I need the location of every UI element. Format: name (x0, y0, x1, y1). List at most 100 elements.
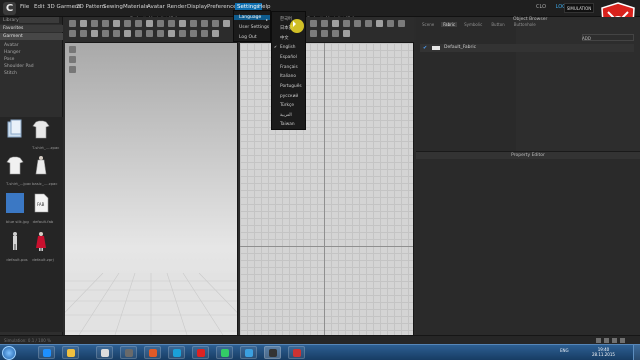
menu-2d-pattern[interactable]: 2D Pattern (76, 4, 105, 10)
library-thumb[interactable]: basic_....zpac (32, 155, 57, 186)
clo-logo-icon[interactable]: C (3, 2, 16, 15)
tool-icon[interactable] (69, 30, 76, 37)
tool-icon[interactable] (332, 20, 339, 27)
tool-icon[interactable] (69, 20, 76, 27)
library-thumb[interactable]: T-shirt_....zpac (32, 119, 59, 150)
tool-icon[interactable] (343, 30, 350, 37)
tool-icon[interactable] (102, 30, 109, 37)
tool-icon[interactable] (310, 20, 317, 27)
menu-item-log-out[interactable]: Log Out (239, 35, 257, 40)
tool-icon[interactable] (190, 20, 197, 27)
tool-icon[interactable] (376, 20, 383, 27)
tool-icon[interactable] (157, 30, 164, 37)
pan-icon[interactable] (69, 56, 76, 63)
zoom-icon[interactable] (69, 66, 76, 73)
tool-icon[interactable] (113, 20, 120, 27)
status-icon[interactable] (612, 338, 617, 343)
library-thumb[interactable]: FAB default.fab (32, 193, 54, 224)
menu-display[interactable]: Display (187, 4, 207, 10)
tool-icon[interactable] (91, 30, 98, 37)
language-option-russian[interactable]: pyccкий (280, 94, 298, 99)
library-item-hanger[interactable]: Hanger (4, 50, 20, 55)
tool-icon[interactable] (201, 20, 208, 27)
language-option-taiwan[interactable]: Taiwan (280, 122, 295, 127)
language-option-turkish[interactable]: Türkçe (280, 103, 294, 108)
tool-icon[interactable] (179, 30, 186, 37)
tool-icon[interactable] (387, 20, 394, 27)
taskbar-app[interactable] (192, 346, 209, 359)
language-option-chinese[interactable]: 中文 (280, 35, 289, 41)
taskbar-app-clo[interactable] (264, 346, 281, 359)
library-thumb[interactable]: default.pos (6, 231, 28, 262)
taskbar-clock[interactable]: 19:40 28.11.2015 (592, 347, 615, 357)
tool-icon[interactable] (80, 30, 87, 37)
tab-button[interactable]: Button (489, 22, 506, 27)
tool-icon[interactable] (157, 20, 164, 27)
tool-icon[interactable] (113, 30, 120, 37)
tool-icon[interactable] (223, 20, 230, 27)
menu-materials[interactable]: Materials (123, 4, 148, 10)
tool-icon[interactable] (124, 20, 131, 27)
tool-icon[interactable] (179, 20, 186, 27)
tool-icon[interactable] (146, 30, 153, 37)
status-icon[interactable] (596, 338, 601, 343)
language-option-portuguese[interactable]: Português (280, 84, 302, 89)
taskbar-app[interactable] (144, 346, 161, 359)
status-icon[interactable] (620, 338, 625, 343)
tool-icon[interactable] (398, 20, 405, 27)
rotate-icon[interactable] (69, 46, 76, 53)
menu-file[interactable]: File (20, 4, 29, 10)
taskbar-app[interactable] (96, 346, 113, 359)
language-option-italian[interactable]: Italiano (280, 74, 296, 79)
start-button-icon[interactable] (2, 346, 16, 360)
menu-avatar[interactable]: Avatar (147, 4, 165, 10)
menu-edit[interactable]: Edit (34, 4, 45, 10)
tool-icon[interactable] (168, 20, 175, 27)
status-icon[interactable] (604, 338, 609, 343)
tool-icon[interactable] (201, 30, 208, 37)
library-thumb[interactable]: blue silk.jpg (6, 193, 29, 224)
library-item-stitch[interactable]: Stitch (4, 71, 17, 76)
language-option-english[interactable]: English (274, 45, 295, 50)
tool-icon[interactable] (135, 30, 142, 37)
tool-icon[interactable] (332, 30, 339, 37)
tool-icon[interactable] (212, 30, 219, 37)
language-option-korean[interactable]: 한국어 (280, 16, 292, 22)
tool-icon[interactable] (91, 20, 98, 27)
menu-sewing[interactable]: Sewing (103, 4, 123, 10)
taskbar-app[interactable] (168, 346, 185, 359)
tool-icon[interactable] (190, 30, 197, 37)
library-search-input[interactable] (19, 17, 59, 23)
garment-section[interactable]: Garment (0, 33, 63, 40)
tool-icon[interactable] (354, 20, 361, 27)
show-desktop-button[interactable] (633, 345, 640, 360)
taskbar-app[interactable] (216, 346, 233, 359)
viewport-3d[interactable] (65, 43, 238, 335)
language-option-french[interactable]: Français (280, 65, 298, 70)
library-thumb[interactable] (6, 119, 28, 145)
library-item-avatar[interactable]: Avatar (4, 43, 19, 48)
tool-icon[interactable] (321, 30, 328, 37)
tool-icon[interactable] (146, 20, 153, 27)
library-item-shoulder-pad[interactable]: Shoulder Pad (4, 64, 34, 69)
language-option-spanish[interactable]: Español (280, 55, 297, 60)
tool-icon[interactable] (124, 30, 131, 37)
tray-language[interactable]: ENG (560, 348, 569, 353)
tab-scene[interactable]: Scene (420, 22, 436, 27)
tool-icon[interactable] (321, 20, 328, 27)
menu-item-language[interactable]: Language (234, 15, 270, 20)
tool-icon[interactable] (80, 20, 87, 27)
tab-buttonhole[interactable]: Buttonhole (512, 22, 538, 27)
library-thumb[interactable]: T-shirt_...jpac (6, 155, 31, 186)
menu-item-user-settings[interactable]: User Settings (239, 25, 269, 30)
tool-icon[interactable] (365, 20, 372, 27)
tab-fabric[interactable]: Fabric (441, 22, 458, 27)
language-option-arabic[interactable]: العربية (280, 113, 292, 118)
taskbar-app[interactable] (120, 346, 137, 359)
viewport-2d-pattern[interactable] (240, 43, 414, 335)
taskbar-app[interactable] (38, 346, 55, 359)
taskbar-app[interactable] (288, 346, 305, 359)
tool-icon[interactable] (102, 20, 109, 27)
menu-render[interactable]: Render (167, 4, 187, 10)
add-button[interactable]: ADD (582, 36, 591, 41)
